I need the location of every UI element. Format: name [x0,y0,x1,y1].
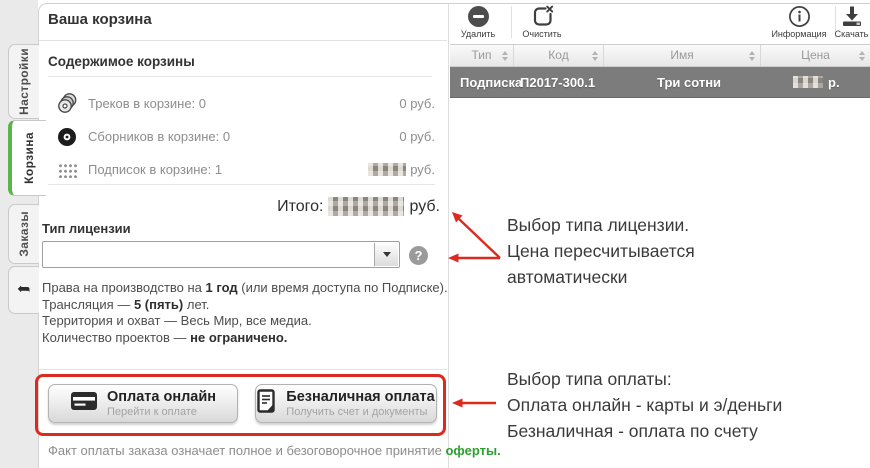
help-icon[interactable]: ? [409,246,428,265]
sidebar-tab-settings[interactable]: Настройки [8,44,39,119]
item-value: руб. [368,162,435,177]
sort-icon[interactable] [749,51,756,61]
cart-total: Итого: руб. [48,197,440,216]
vinyl-record-icon [55,125,79,149]
tab-label: Заказы [17,211,31,257]
delete-button[interactable]: Удалить [448,4,508,42]
clear-icon [514,4,570,28]
pay-invoice-title: Безналичная оплата [286,389,434,405]
info-label: Информация [766,29,832,39]
divider [48,184,435,185]
cart-item-tracks: Треков в корзине: 0 0 руб. [55,92,435,116]
total-currency: руб. [409,198,440,216]
info-icon [766,4,832,28]
cell-name: Три сотни [657,67,721,97]
cart-item-collections: Сборников в корзине: 0 0 руб. [55,125,435,149]
pay-online-title: Оплата онлайн [107,389,216,405]
cart-contents-heading: Содержимое корзины [48,54,195,69]
item-label: Треков в корзине: 0 [88,96,206,111]
offer-link[interactable]: оферты. [445,443,500,458]
sort-icon[interactable] [592,51,599,61]
sidebar-tab-back[interactable]: ➦ [8,266,39,314]
pay-online-button[interactable]: Оплата онлайн Перейти к оплате [48,384,238,423]
masked-price [793,76,823,88]
cell-price: р. [793,67,840,97]
dots-grid-icon [57,162,78,178]
delete-label: Удалить [448,29,508,39]
cell-code: П2017-300.1 [520,67,595,97]
license-type-select[interactable] [42,241,400,268]
column-header-price[interactable]: Цена [760,45,870,66]
sort-icon[interactable] [859,51,866,61]
column-header-type[interactable]: Тип [450,45,513,66]
sidebar-tab-orders[interactable]: Заказы [8,204,39,264]
delete-icon [468,6,489,27]
table-row-subscription[interactable]: Подписка П2017-300.1 Три сотни р. [450,67,870,98]
table-header: Тип Код Имя Цена [450,44,870,67]
divider [48,76,432,77]
pay-online-subtitle: Перейти к оплате [107,406,197,418]
cell-type: Подписка [460,67,522,97]
masked-total-price [328,197,404,216]
sort-icon[interactable] [502,51,509,61]
divider [448,4,449,468]
license-terms: Права на производство на 1 год (или врем… [42,280,448,346]
annotation-payment: Выбор типа оплаты: Оплата онлайн - карты… [507,366,782,444]
download-button[interactable]: Скачать [833,4,870,42]
item-label: Сборников в корзине: 0 [88,129,230,144]
chevron-down-icon [383,252,391,257]
cart-page: Настройки Корзина Заказы ➦ Ваша корзина … [0,0,870,468]
download-label: Скачать [833,29,870,39]
item-label: Подписок в корзине: 1 [88,162,222,177]
pay-invoice-button[interactable]: Безналичная оплата Получить счет и докум… [255,384,437,423]
divider [39,40,447,41]
offer-note: Факт оплаты заказа означает полное и без… [48,443,501,458]
item-value: 0 руб. [399,96,435,111]
clear-button[interactable]: Очистить [514,4,570,42]
masked-price [368,163,406,176]
column-header-code[interactable]: Код [513,45,603,66]
tab-label: Корзина [22,132,36,184]
discs-stack-icon [55,92,79,116]
dropdown-arrow-button[interactable] [374,243,398,266]
cart-item-subscriptions: Подписок в корзине: 1 руб. [55,158,435,182]
back-arrow-icon: ➦ [17,282,30,298]
annotation-license: Выбор типа лицензии. Цена пересчитываетс… [507,212,695,290]
page-title: Ваша корзина [48,11,152,28]
column-header-name[interactable]: Имя [603,45,760,66]
info-button[interactable]: Информация [766,4,832,42]
divider [39,369,447,370]
total-label: Итого: [277,198,323,216]
clear-label: Очистить [514,29,570,39]
pay-invoice-subtitle: Получить счет и документы [286,406,427,418]
item-value: 0 руб. [399,129,435,144]
toolbar-separator [511,6,512,38]
download-icon [833,4,870,28]
sidebar-tab-cart[interactable]: Корзина [8,120,46,196]
document-icon [257,389,277,418]
credit-card-icon [70,391,98,416]
license-type-label: Тип лицензии [42,221,131,236]
tab-label: Настройки [17,48,31,115]
